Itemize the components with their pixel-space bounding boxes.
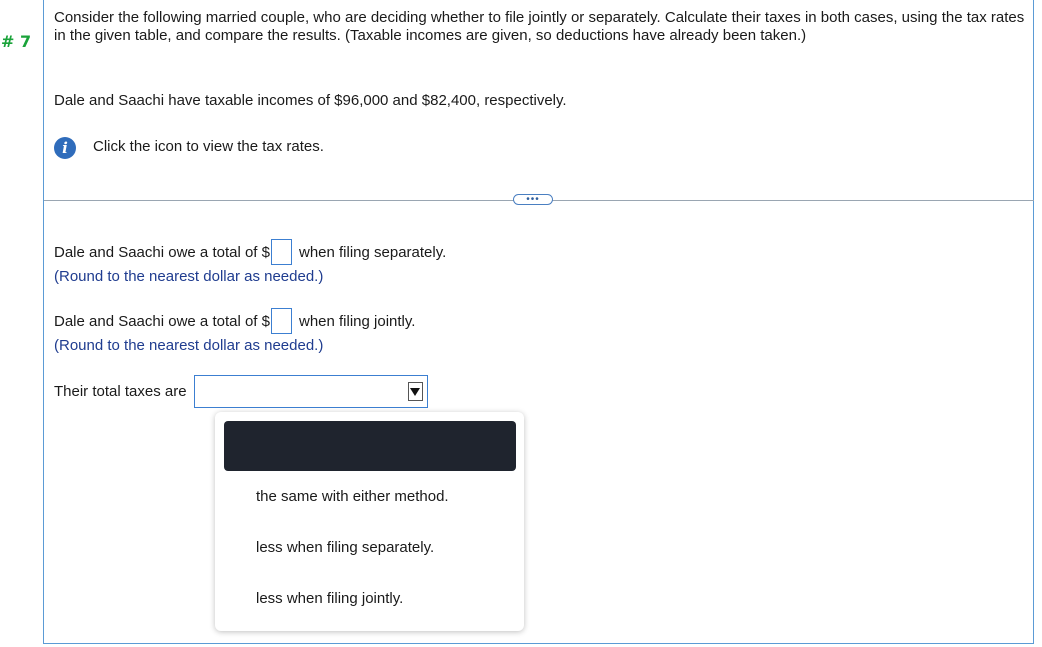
- joint-total-input[interactable]: [270, 308, 292, 334]
- tax-rates-info: i Click the icon to view the tax rates.: [54, 133, 324, 159]
- separate-suffix: when filing separately.: [298, 243, 447, 261]
- separate-rounding-hint: (Round to the nearest dollar as needed.): [54, 268, 324, 285]
- comparison-label: Their total taxes are: [54, 383, 187, 400]
- comparison-dropdown-menu: the same with either method. less when f…: [215, 412, 524, 631]
- joint-answer-line: Dale and Saachi owe a total of $ when fi…: [54, 308, 415, 334]
- separate-prefix: Dale and Saachi owe a total of $: [54, 243, 270, 261]
- separate-total-input[interactable]: [270, 239, 292, 265]
- dropdown-option-same[interactable]: the same with either method.: [256, 488, 449, 505]
- info-text: Click the icon to view the tax rates.: [93, 137, 324, 155]
- ellipsis-icon[interactable]: •••: [513, 194, 553, 205]
- joint-rounding-hint: (Round to the nearest dollar as needed.): [54, 337, 324, 354]
- given-incomes: Dale and Saachi have taxable incomes of …: [54, 92, 567, 109]
- chevron-down-icon[interactable]: [407, 382, 423, 401]
- info-icon[interactable]: i: [54, 137, 76, 159]
- dropdown-option-jointly[interactable]: less when filing jointly.: [256, 590, 403, 607]
- question-number: # 7: [1, 32, 32, 51]
- dropdown-option-separately[interactable]: less when filing separately.: [256, 539, 434, 556]
- comparison-row: Their total taxes are: [54, 375, 428, 408]
- comparison-select[interactable]: [193, 375, 428, 408]
- joint-prefix: Dale and Saachi owe a total of $: [54, 312, 270, 330]
- joint-suffix: when filing jointly.: [298, 312, 416, 330]
- separate-answer-line: Dale and Saachi owe a total of $ when fi…: [54, 239, 446, 265]
- dropdown-option-blank[interactable]: [224, 421, 516, 471]
- question-prompt: Consider the following married couple, w…: [54, 9, 1025, 44]
